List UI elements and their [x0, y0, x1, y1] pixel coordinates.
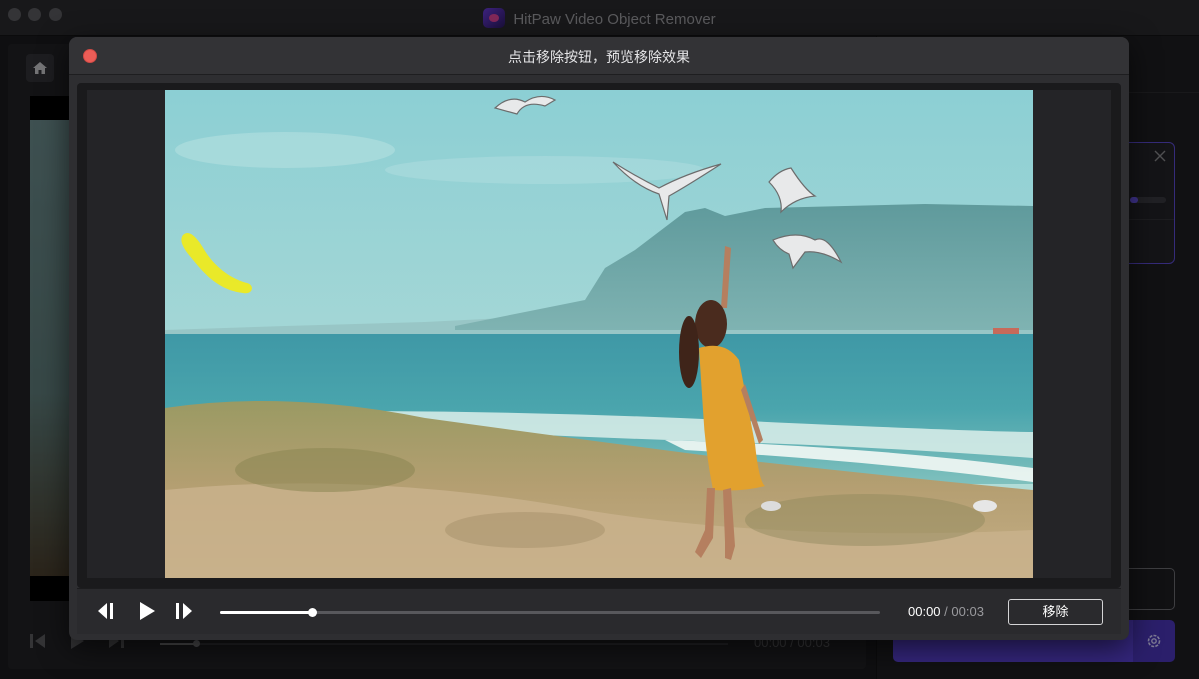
preview-video — [165, 90, 1033, 578]
play-icon — [140, 602, 155, 620]
total-time: 00:03 — [951, 604, 984, 619]
step-forward-icon — [176, 603, 192, 619]
preview-time-readout: 00:00 / 00:03 — [908, 604, 984, 619]
play-button[interactable] — [137, 601, 161, 623]
next-frame-button[interactable] — [173, 601, 197, 623]
time-separator: / — [944, 604, 948, 619]
preview-dialog: 点击移除按钮，预览移除效果 00:00 / 00:03 移除 — [69, 37, 1129, 640]
preview-timeline-fill — [220, 611, 313, 614]
preview-playback-controls: 00:00 / 00:03 移除 — [77, 588, 1121, 634]
dialog-title: 点击移除按钮，预览移除效果 — [508, 49, 690, 65]
mask-highlight[interactable] — [175, 225, 259, 305]
remove-button[interactable]: 移除 — [1008, 599, 1103, 625]
current-time: 00:00 — [908, 604, 941, 619]
video-frame-image — [165, 90, 1033, 578]
preview-timeline-knob[interactable] — [308, 608, 318, 617]
prev-frame-button[interactable] — [96, 601, 120, 623]
dialog-header: 点击移除按钮，预览移除效果 — [69, 37, 1129, 75]
preview-timeline-track[interactable] — [220, 608, 880, 617]
step-backward-icon — [98, 603, 113, 619]
